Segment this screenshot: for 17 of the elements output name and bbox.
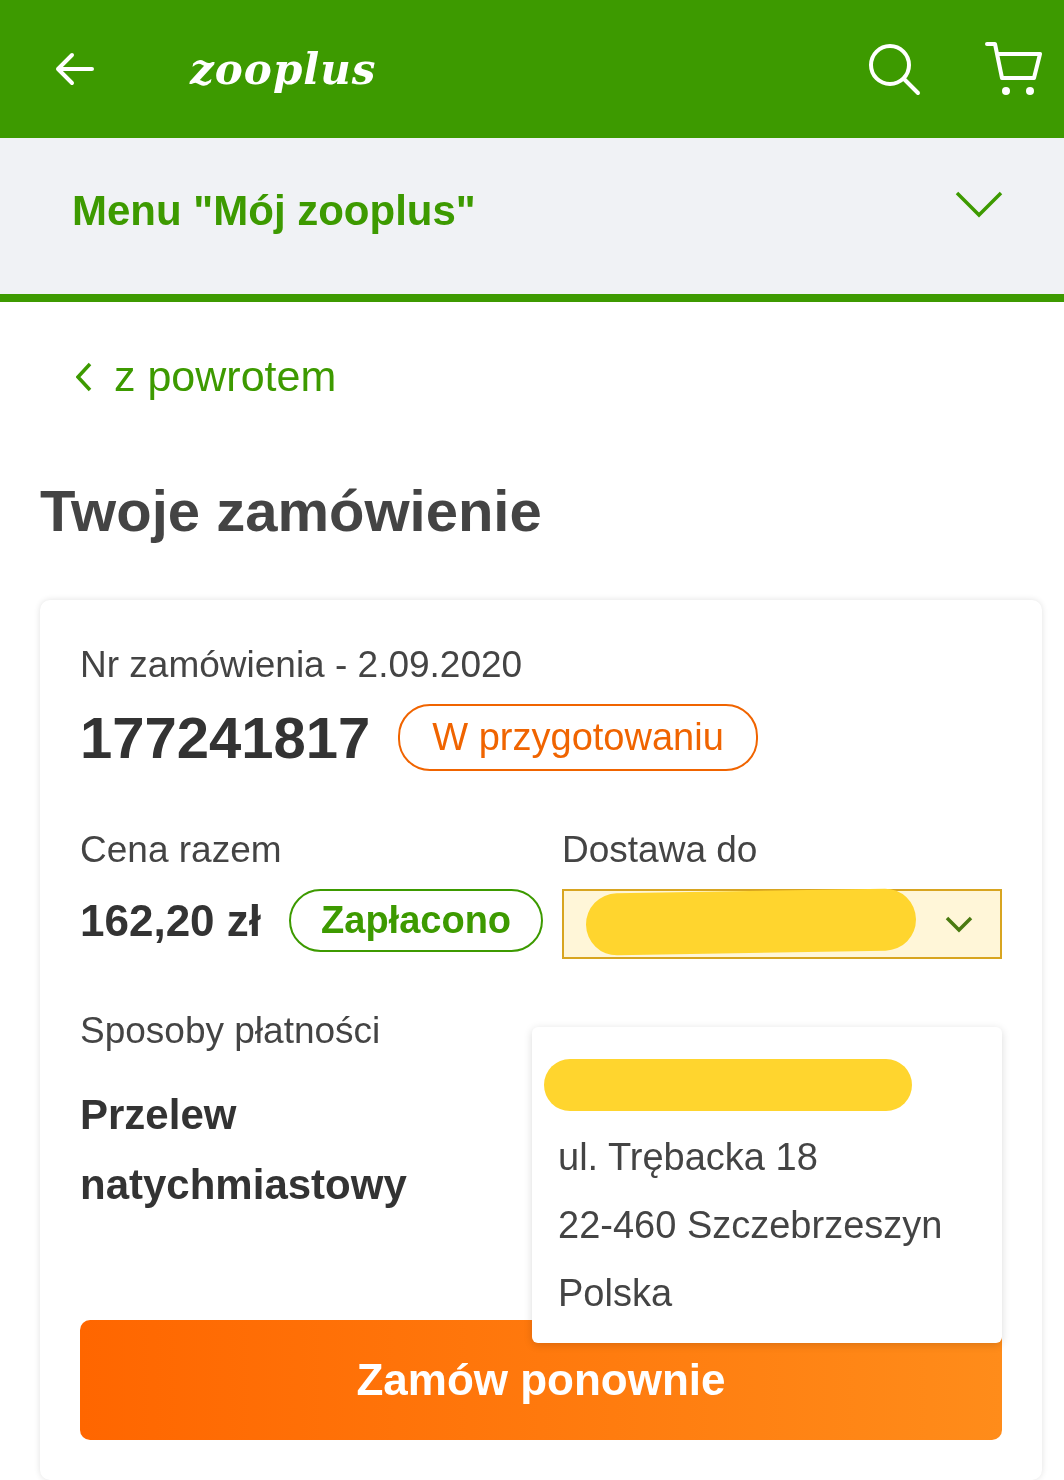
payment-method-label: Sposoby płatności (80, 1010, 382, 1052)
total-label: Cena razem (80, 829, 283, 871)
delivery-label: Dostawa do (562, 829, 759, 871)
total-price: 162,20 zł (80, 895, 262, 946)
order-number-label: Nr zamówienia - 2.09.2020 (80, 644, 524, 686)
order-number: 177241817 (80, 704, 371, 771)
status-badge: W przygotowaniu (398, 704, 758, 771)
back-link[interactable]: z powrotem (76, 352, 337, 401)
page-title: Twoje zamówienie (40, 477, 543, 544)
logo[interactable]: zooplus (190, 44, 377, 94)
payment-method: Przelew natychmiastowy (80, 1090, 408, 1210)
address-line: Polska (558, 1271, 674, 1316)
reorder-button[interactable]: Zamów ponownie (80, 1320, 1002, 1440)
address-line: 22-460 Szczebrzeszyn (558, 1203, 944, 1248)
payment-status-badge: Zapłacono (289, 889, 544, 952)
menu-dropdown[interactable]: Menu "Mój zooplus" (0, 138, 1064, 302)
address-line: ul. Trębacka 18 (558, 1135, 819, 1180)
